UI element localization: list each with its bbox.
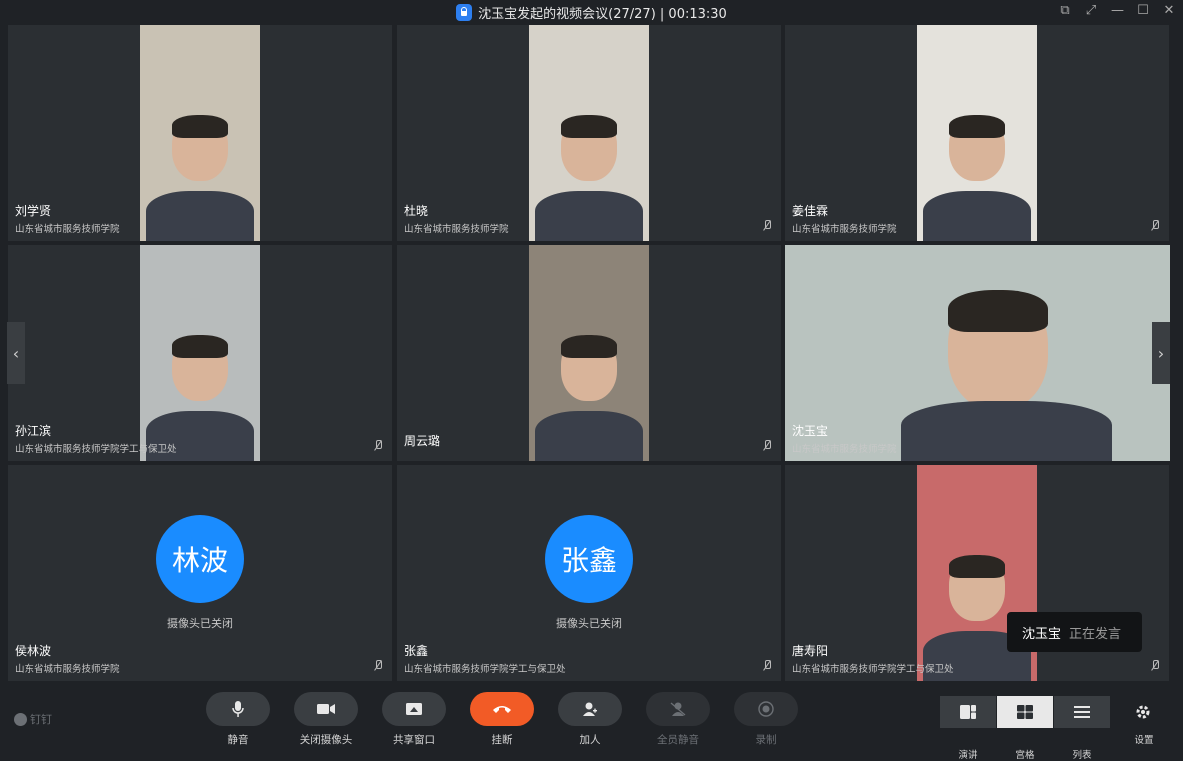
list-layout-label: 列表 <box>1072 750 1092 761</box>
participant-video <box>529 25 649 241</box>
record-label: 录制 <box>755 734 777 746</box>
grid-layout-label: 宫格 <box>1015 750 1035 761</box>
participant-tile[interactable]: 周云璐 <box>397 245 781 461</box>
participant-video <box>140 25 260 241</box>
list-layout-icon <box>1074 706 1090 718</box>
share-window-button[interactable] <box>382 692 446 726</box>
meeting-toolbar: 钉钉 静音 关闭摄像头 共享窗口 挂断 加人 全员静音 录制 演讲 宫格 列表 … <box>0 681 1183 761</box>
participant-name: 姜佳霖 <box>792 204 829 218</box>
settings-button[interactable] <box>1134 703 1152 725</box>
picture-in-picture-icon[interactable]: ⧉ <box>1059 3 1071 18</box>
avatar: 张鑫 <box>545 515 633 603</box>
participant-organization: 山东省城市服务技师学院 <box>792 224 897 235</box>
brand-label: 钉钉 <box>30 713 52 726</box>
participant-organization: 山东省城市服务技师学院学工与保卫处 <box>792 664 954 675</box>
speaker-layout-button[interactable] <box>940 696 996 728</box>
title-bar: 沈玉宝发起的视频会议(27/27) | 00:13:30 ⧉ ⤢ — ☐ ✕ <box>0 0 1183 25</box>
participant-video <box>140 245 260 461</box>
participant-name: 张鑫 <box>404 644 429 658</box>
muted-microphone-icon <box>762 220 772 232</box>
settings-label: 设置 <box>1134 735 1154 746</box>
maximize-icon[interactable]: ☐ <box>1137 3 1149 18</box>
participant-name: 刘学贤 <box>15 204 52 218</box>
record-icon <box>758 701 774 717</box>
participant-organization: 山东省城市服务技师学院 <box>404 224 509 235</box>
share-screen-icon <box>406 703 422 715</box>
add-person-button[interactable] <box>558 692 622 726</box>
mute-all-label: 全员静音 <box>657 734 699 746</box>
meeting-title: 沈玉宝发起的视频会议(27/27) | 00:13:30 <box>478 7 727 22</box>
hang-up-icon <box>493 706 511 713</box>
add-person-label: 加人 <box>579 734 601 746</box>
speaking-status: 正在发言 <box>1069 626 1122 642</box>
participant-tile[interactable]: 刘学贤山东省城市服务技师学院 <box>8 25 392 241</box>
hang-up-button[interactable] <box>470 692 534 726</box>
participant-organization: 山东省城市服务技师学院学工与保卫处 <box>404 664 566 675</box>
close-icon[interactable]: ✕ <box>1163 3 1175 18</box>
camera-icon <box>317 704 335 714</box>
lock-icon <box>456 4 473 21</box>
record-button[interactable] <box>734 692 798 726</box>
participant-organization: 山东省城市服务技师学院 <box>15 224 120 235</box>
dingtalk-logo-icon <box>14 712 27 726</box>
participant-name: 孙江滨 <box>15 424 52 438</box>
list-layout-button[interactable] <box>1054 696 1110 728</box>
fullscreen-icon[interactable]: ⤢ <box>1085 3 1097 18</box>
muted-microphone-icon <box>762 440 772 452</box>
mute-all-button[interactable] <box>646 692 710 726</box>
speaker-layout-icon <box>960 705 976 719</box>
participant-video <box>529 245 649 461</box>
add-person-icon <box>583 702 597 716</box>
camera-off-label: 摄像头已关闭 <box>167 617 233 630</box>
participant-name: 沈玉宝 <box>792 424 829 438</box>
camera-button[interactable] <box>294 692 358 726</box>
brand: 钉钉 <box>14 711 52 727</box>
gear-icon <box>1136 705 1150 719</box>
microphone-icon <box>232 701 244 717</box>
next-page-arrow[interactable]: › <box>1152 322 1170 384</box>
muted-microphone-icon <box>1150 220 1160 232</box>
muted-microphone-icon <box>762 660 772 672</box>
participant-tile[interactable]: 杜晓山东省城市服务技师学院 <box>397 25 781 241</box>
grid-layout-icon <box>1017 705 1033 719</box>
participant-tile[interactable]: 张鑫 摄像头已关闭 张鑫 山东省城市服务技师学院学工与保卫处 <box>397 465 781 681</box>
mute-all-icon <box>670 702 686 716</box>
participant-name: 杜晓 <box>404 204 429 218</box>
speaker-layout-label: 演讲 <box>958 750 978 761</box>
previous-page-arrow[interactable]: ‹ <box>7 322 25 384</box>
participant-tile[interactable]: 姜佳霖山东省城市服务技师学院 <box>785 25 1169 241</box>
participant-name: 侯林波 <box>15 644 52 658</box>
mute-button[interactable] <box>206 692 270 726</box>
speaking-toast: 沈玉宝 正在发言 <box>1007 612 1142 652</box>
participant-name: 唐寿阳 <box>792 644 829 658</box>
share-window-label: 共享窗口 <box>393 734 435 746</box>
participant-tile[interactable]: 沈玉宝山东省城市服务技师学院 <box>785 245 1170 461</box>
speaker-name: 沈玉宝 <box>1022 626 1062 642</box>
video-grid: 刘学贤 山东省城市服务技师学院 杜晓 山东省城市服务技师学院 姜佳霖 山东省城市服务技师学… <box>8 25 1170 681</box>
camera-off-label: 摄像头已关闭 <box>556 617 622 630</box>
muted-microphone-icon <box>1150 660 1160 672</box>
avatar: 林波 <box>156 515 244 603</box>
participant-tile[interactable]: 林波摄像头已关闭侯林波山东省城市服务技师学院 <box>8 465 392 681</box>
participant-tile[interactable]: 孙江滨山东省城市服务技师学院学工与保卫处 <box>8 245 392 461</box>
mute-label: 静音 <box>227 734 249 746</box>
grid-layout-button[interactable] <box>997 696 1053 728</box>
participant-video <box>785 245 1170 461</box>
participant-name: 周云璐 <box>404 434 441 448</box>
participant-organization: 山东省城市服务技师学院 <box>792 444 897 455</box>
hang-up-label: 挂断 <box>491 734 513 746</box>
minimize-icon[interactable]: — <box>1111 3 1124 18</box>
participant-organization: 山东省城市服务技师学院学工与保卫处 <box>15 444 177 455</box>
participant-organization: 山东省城市服务技师学院 <box>15 664 120 675</box>
muted-microphone-icon <box>373 440 383 452</box>
muted-microphone-icon <box>373 660 383 672</box>
camera-label: 关闭摄像头 <box>299 734 353 746</box>
participant-video <box>917 25 1037 241</box>
